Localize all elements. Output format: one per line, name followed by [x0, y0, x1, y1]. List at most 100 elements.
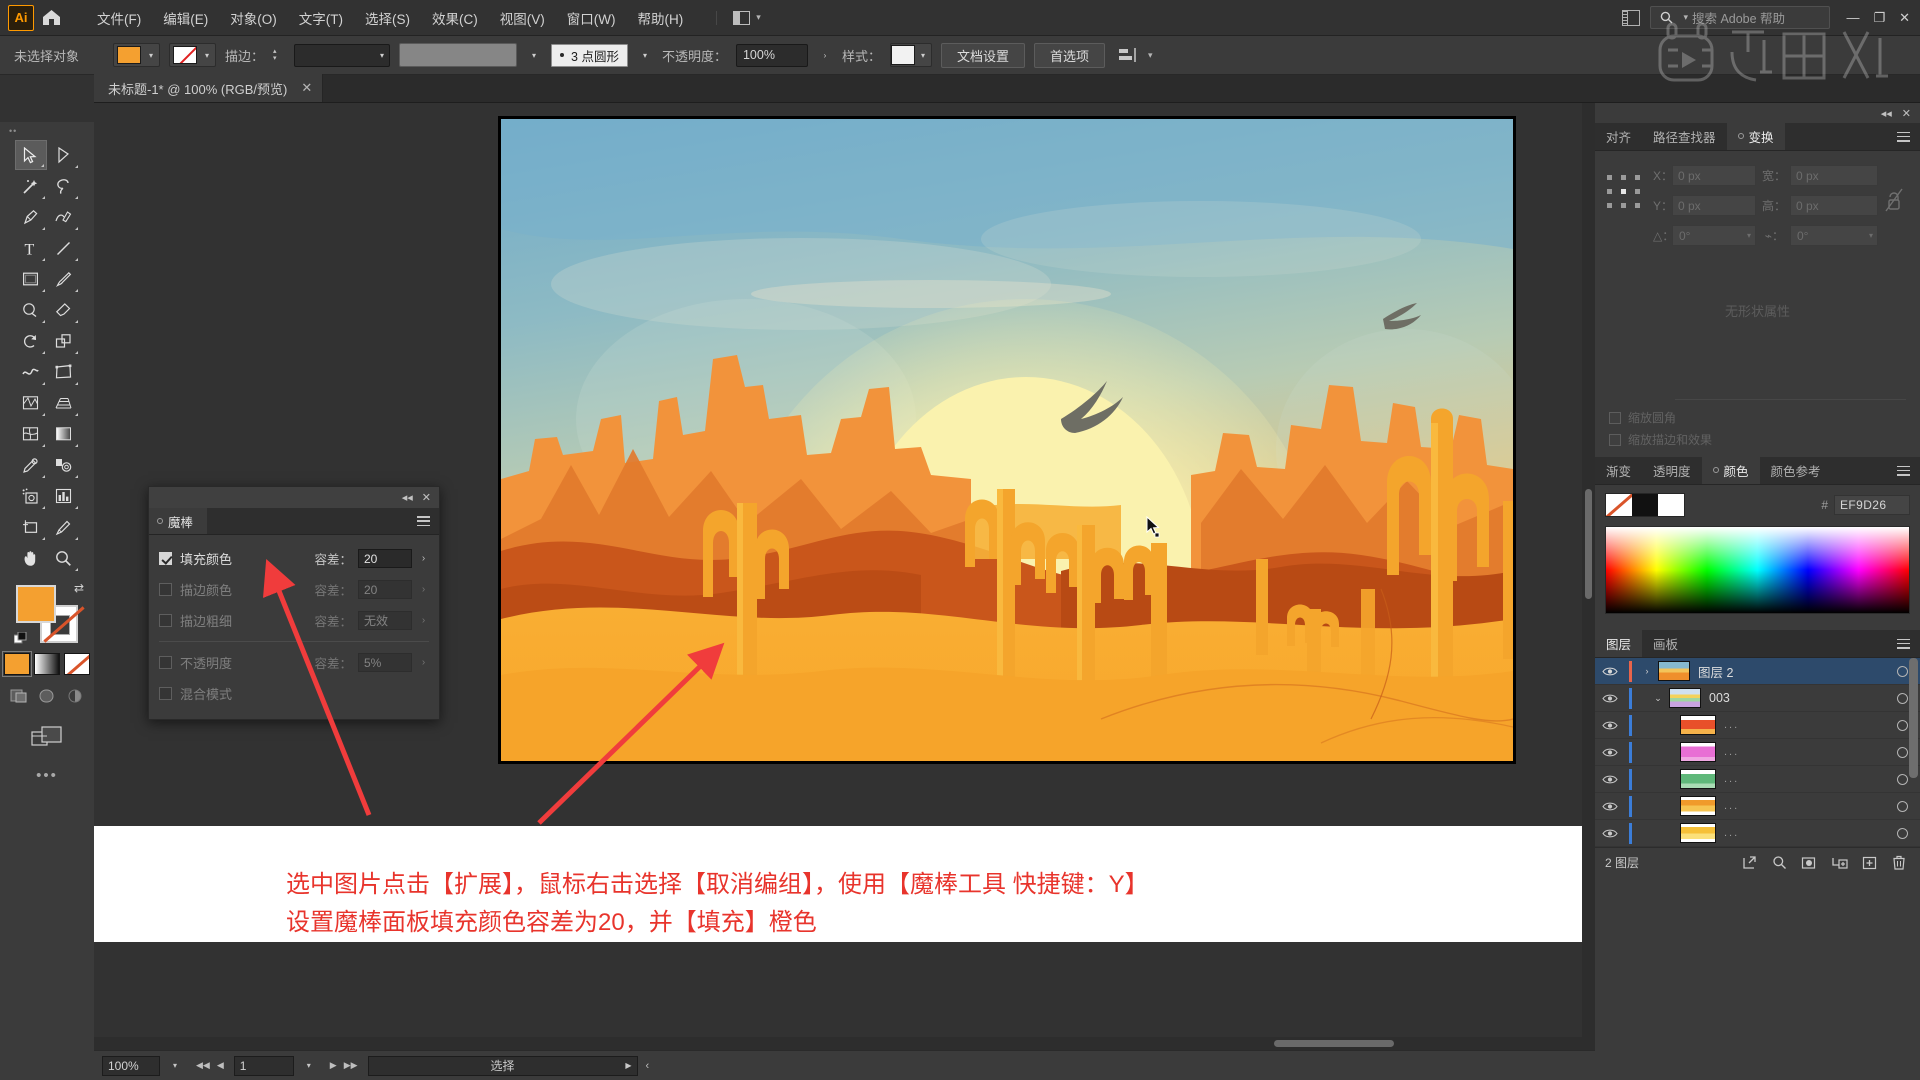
menu-item-type[interactable]: 文字(T) [288, 4, 354, 32]
tab-transparency[interactable]: 透明度 [1642, 457, 1702, 484]
vertical-scrollbar[interactable] [1582, 103, 1595, 1037]
tool-perspective-grid[interactable] [48, 388, 80, 418]
fill-swatch[interactable] [117, 46, 142, 64]
tool-selection[interactable] [14, 140, 47, 170]
tool-pen[interactable] [15, 202, 47, 232]
y-input[interactable]: 0 px [1672, 195, 1756, 216]
tool-shape-builder[interactable] [15, 388, 47, 418]
close-button[interactable]: ✕ [1899, 10, 1910, 26]
visibility-toggle-icon[interactable] [1595, 666, 1625, 677]
fill-color-checkbox[interactable] [159, 552, 172, 565]
tab-layers[interactable]: 图层 [1595, 630, 1643, 657]
layer-name[interactable]: ... [1724, 827, 1739, 839]
prev-artboard-icon[interactable]: ◀ [217, 1060, 224, 1071]
wand-row-stroke-color[interactable]: 描边颜色 容差： 20 › [159, 574, 429, 605]
tool-lasso[interactable] [48, 171, 80, 201]
white-swatch[interactable] [1658, 494, 1684, 516]
table-row[interactable]: ... [1595, 820, 1920, 847]
table-row[interactable]: ... [1595, 793, 1920, 820]
wand-row-fill-color[interactable]: 填充颜色 容差： 20 › [159, 543, 429, 574]
visibility-toggle-icon[interactable] [1595, 720, 1625, 731]
tab-align[interactable]: 对齐 [1595, 123, 1642, 150]
draw-inside-icon[interactable] [63, 685, 87, 707]
scale-strokes-checkbox[interactable] [1609, 433, 1621, 446]
tool-scale[interactable] [48, 326, 80, 356]
opacity-input[interactable]: 100% [735, 43, 808, 67]
tool-direct-selection[interactable] [48, 140, 80, 170]
tool-slice[interactable] [48, 512, 80, 542]
chevron-down-icon[interactable]: ▾ [526, 36, 542, 74]
scale-corners-checkbox[interactable] [1609, 411, 1621, 424]
align-icon[interactable] [1118, 47, 1137, 63]
visibility-toggle-icon[interactable] [1595, 774, 1625, 785]
stroke-weight-stepper[interactable]: ▴ ▾ [273, 48, 285, 62]
vertical-scroll-thumb[interactable] [1585, 489, 1592, 599]
delete-selection-button[interactable] [1884, 850, 1914, 876]
tool-mesh[interactable] [15, 419, 47, 449]
create-new-layer-button[interactable] [1854, 850, 1884, 876]
transform-panel-menu-button[interactable] [1897, 123, 1920, 150]
tool-line-segment[interactable] [48, 233, 80, 263]
document-setup-button[interactable]: 文档设置 [941, 42, 1026, 68]
hex-input[interactable]: EF9D26 [1834, 495, 1910, 515]
zoom-level-input[interactable]: 100% [102, 1055, 160, 1076]
collapse-icon[interactable]: ◂◂ [402, 491, 413, 504]
close-icon[interactable]: ✕ [1902, 107, 1911, 120]
tool-rotate[interactable] [15, 326, 47, 356]
horizontal-scrollbar[interactable] [94, 1037, 1595, 1050]
layer-name[interactable]: 图层 2 [1698, 662, 1884, 681]
restore-button[interactable]: ❐ [1873, 10, 1885, 26]
scale-corners-option[interactable]: 缩放圆角 [1609, 409, 1676, 426]
graphic-style-control[interactable]: ▾ [890, 43, 932, 67]
document-tab[interactable]: 未标题-1* @ 100% (RGB/预览) ✕ [94, 74, 324, 102]
status-expand-icon[interactable]: ▶ [625, 1061, 631, 1070]
layer-name[interactable]: 003 [1709, 691, 1884, 705]
chevron-down-icon[interactable]: ▾ [1148, 50, 1153, 61]
horizontal-scroll-thumb[interactable] [1274, 1040, 1394, 1047]
last-artboard-icon[interactable]: ▶▶ [344, 1060, 358, 1071]
menu-item-select[interactable]: 选择(S) [354, 4, 421, 32]
collapse-layer-icon[interactable]: ⌄ [1647, 693, 1669, 704]
tool-type[interactable]: T [15, 233, 47, 263]
magic-wand-panel[interactable]: ◂◂ ✕ 魔棒 填充颜色 容差： 20 › 描边颜色 容差： 20 › 描边粗细… [148, 486, 440, 720]
target-indicator[interactable] [1884, 827, 1920, 839]
wand-row-stroke-weight[interactable]: 描边粗细 容差： 无效 › [159, 605, 429, 636]
toolbar-grip[interactable]: •• [9, 126, 17, 136]
tool-shaper[interactable] [15, 295, 47, 325]
chevron-down-icon[interactable]: ▾ [637, 36, 653, 74]
stroke-color-control[interactable]: ▾ [169, 43, 217, 67]
layer-name[interactable]: ... [1724, 773, 1739, 785]
fill-color-control[interactable]: ▾ [113, 43, 161, 67]
menu-item-edit[interactable]: 编辑(E) [152, 4, 219, 32]
tab-magic-wand[interactable]: 魔棒 [149, 508, 208, 534]
h-input[interactable]: 0 px [1790, 195, 1878, 216]
visibility-toggle-icon[interactable] [1595, 747, 1625, 758]
brush-definition-select[interactable]: 3 点圆形 [551, 43, 628, 67]
stroke-swatch-none[interactable] [173, 46, 198, 64]
minimize-button[interactable]: — [1846, 10, 1859, 25]
angle-input[interactable]: 0° ▾ [1672, 225, 1756, 246]
chevron-down-icon[interactable]: ▾ [915, 44, 931, 66]
tool-zoom[interactable] [48, 543, 80, 573]
swap-fill-stroke-icon[interactable]: ⇄ [74, 581, 84, 595]
color-panel-menu-button[interactable] [1897, 457, 1920, 484]
opacity-checkbox[interactable] [159, 656, 172, 669]
x-input[interactable]: 0 px [1672, 165, 1756, 186]
tab-artboards[interactable]: 画板 [1642, 630, 1689, 657]
menu-item-window[interactable]: 窗口(W) [556, 4, 627, 32]
tool-free-transform[interactable] [48, 357, 80, 387]
tool-magic-wand[interactable] [15, 171, 47, 201]
reference-point-selector[interactable] [1607, 175, 1641, 209]
fill-tolerance-expand-icon[interactable]: › [418, 553, 429, 564]
home-icon[interactable] [34, 0, 68, 36]
tab-transform[interactable]: 变换 [1726, 123, 1785, 150]
preferences-button[interactable]: 首选项 [1034, 42, 1106, 68]
artboard[interactable] [498, 116, 1516, 764]
none-swatch[interactable] [1606, 494, 1632, 516]
layer-name[interactable]: ... [1724, 800, 1739, 812]
wand-row-blending-mode[interactable]: 混合模式 [159, 678, 429, 709]
stroke-weight-checkbox[interactable] [159, 614, 172, 627]
tool-hand[interactable] [15, 543, 47, 573]
stroke-color-checkbox[interactable] [159, 583, 172, 596]
status-indicator[interactable]: 选择 ▶ [367, 1055, 638, 1076]
